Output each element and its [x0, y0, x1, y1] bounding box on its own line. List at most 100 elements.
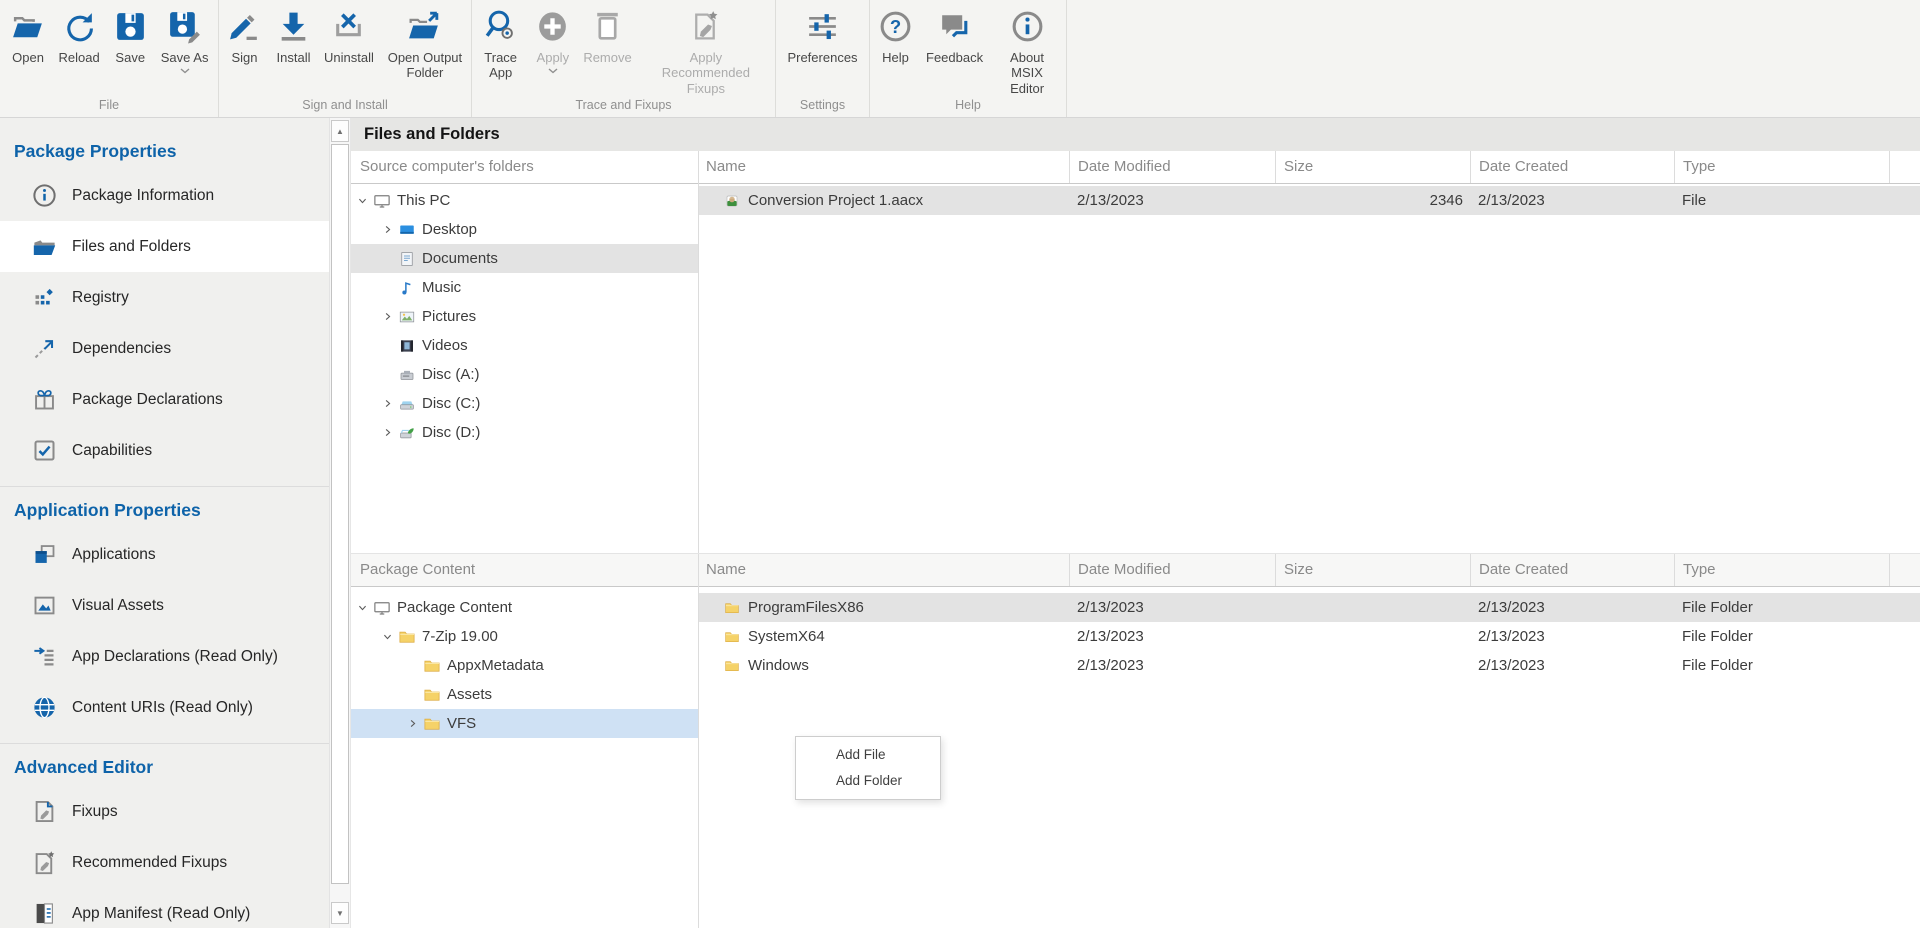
open-button[interactable]: Open — [4, 3, 53, 65]
apply-button[interactable]: Apply — [528, 3, 577, 74]
open-output-folder-button[interactable]: Open Output Folder — [380, 3, 470, 81]
toolbar-button-label: Trace App — [479, 50, 522, 81]
sidebar-item-files-and-folders[interactable]: Files and Folders — [0, 221, 329, 272]
preferences-button[interactable]: Preferences — [781, 3, 863, 65]
column-header-date-created[interactable]: Date Created — [1470, 151, 1674, 183]
tree-item-7-zip-19-00[interactable]: 7-Zip 19.00 — [351, 622, 698, 651]
remove-button[interactable]: Remove — [577, 3, 637, 65]
tree-item-videos[interactable]: Videos — [351, 331, 698, 360]
context-menu-item-add-folder[interactable]: Add Folder — [796, 768, 940, 794]
uninstall-button[interactable]: Uninstall — [318, 3, 380, 65]
tree-item-package-content[interactable]: Package Content — [351, 593, 698, 622]
column-header-filler — [1889, 151, 1920, 183]
save-as-button[interactable]: Save As — [155, 3, 215, 74]
toolbar-button-label: Reload — [59, 50, 100, 65]
source-tree: This PC DesktopDocuments Music PicturesVide… — [351, 184, 698, 553]
scrollbar-thumb[interactable] — [331, 144, 349, 884]
install-button[interactable]: Install — [269, 3, 318, 65]
trace-app-button[interactable]: Trace App — [473, 3, 528, 81]
cell-date-modified: 2/13/2023 — [1069, 192, 1275, 209]
scroll-down-button[interactable]: ▼ — [331, 902, 349, 924]
reload-button[interactable]: Reload — [53, 3, 106, 65]
collapse-toggle[interactable] — [379, 628, 396, 645]
list-row-conversion-project-1-aacx[interactable]: Conversion Project 1.aacx2/13/202323462/… — [699, 186, 1920, 215]
sidebar-item-registry[interactable]: Registry — [0, 272, 329, 323]
sidebar-item-applications[interactable]: Applications — [0, 529, 329, 580]
trace-app-icon — [482, 8, 519, 45]
save-button[interactable]: Save — [106, 3, 155, 65]
list-row-programfilesx86[interactable]: ProgramFilesX862/13/20232/13/2023File Fo… — [699, 593, 1920, 622]
tree-item-label: Package Content — [397, 599, 512, 616]
collapse-toggle[interactable] — [354, 599, 371, 616]
sidebar-item-recommended-fixups[interactable]: Recommended Fixups — [0, 837, 329, 888]
sidebar-item-dependencies[interactable]: Dependencies — [0, 323, 329, 374]
column-header-size[interactable]: Size — [1275, 554, 1470, 586]
expand-toggle[interactable] — [379, 395, 396, 412]
tree-item-assets[interactable]: Assets — [351, 680, 698, 709]
expand-toggle[interactable] — [379, 221, 396, 238]
tree-item-pictures[interactable]: Pictures — [351, 302, 698, 331]
tree-item-documents[interactable]: Documents — [351, 244, 698, 273]
cell-date-modified: 2/13/2023 — [1069, 657, 1275, 674]
registry-icon — [31, 284, 58, 311]
tree-item-desktop[interactable]: Desktop — [351, 215, 698, 244]
column-header-date-modified[interactable]: Date Modified — [1069, 151, 1275, 183]
tree-item-label: VFS — [447, 715, 476, 732]
list-row-systemx64[interactable]: SystemX642/13/20232/13/2023File Folder — [699, 622, 1920, 651]
tree-item-label: This PC — [397, 192, 450, 209]
help-button[interactable]: Help — [871, 3, 920, 65]
capabilities-icon — [31, 437, 58, 464]
apply-recommended-fixups-icon — [687, 8, 724, 45]
computer-icon — [373, 599, 391, 617]
scroll-up-button[interactable]: ▲ — [331, 120, 349, 142]
expander-spacer — [379, 250, 396, 267]
cell-type: File Folder — [1674, 657, 1889, 674]
column-header-name[interactable]: Name — [699, 151, 1069, 183]
list-row-windows[interactable]: Windows2/13/20232/13/2023File Folder — [699, 651, 1920, 680]
cell-type: File Folder — [1674, 628, 1889, 645]
tree-item-disc-c[interactable]: Disc (C:) — [351, 389, 698, 418]
toolbar-button-label: Preferences — [787, 50, 857, 65]
tree-item-appxmetadata[interactable]: AppxMetadata — [351, 651, 698, 680]
expand-toggle[interactable] — [379, 308, 396, 325]
column-header-type[interactable]: Type — [1674, 151, 1889, 183]
tree-item-disc-a[interactable]: Disc (A:) — [351, 360, 698, 389]
apply-recommended-fixups-button[interactable]: Apply Recommended Fixups — [638, 3, 774, 96]
column-header-type[interactable]: Type — [1674, 554, 1889, 586]
source-list-header: NameDate ModifiedSizeDate CreatedType — [699, 151, 1920, 184]
tree-item-label: Music — [422, 279, 461, 296]
sidebar-item-capabilities[interactable]: Capabilities — [0, 425, 329, 476]
column-header-date-created[interactable]: Date Created — [1470, 554, 1674, 586]
sidebar-item-fixups[interactable]: Fixups — [0, 786, 329, 837]
column-header-size[interactable]: Size — [1275, 151, 1470, 183]
sidebar-scrollbar[interactable]: ▲ ▼ — [329, 118, 350, 928]
save-icon — [112, 8, 149, 45]
sidebar-item-label: Capabilities — [72, 442, 152, 460]
collapse-toggle[interactable] — [354, 192, 371, 209]
cell-type: File — [1674, 192, 1889, 209]
sidebar-item-app-manifest-read-only[interactable]: App Manifest (Read Only) — [0, 888, 329, 928]
expand-toggle[interactable] — [379, 424, 396, 441]
expand-toggle[interactable] — [404, 715, 421, 732]
sidebar-item-package-information[interactable]: Package Information — [0, 170, 329, 221]
column-header-date-modified[interactable]: Date Modified — [1069, 554, 1275, 586]
context-menu-item-add-file[interactable]: Add File — [796, 742, 940, 768]
sidebar-item-label: Files and Folders — [72, 238, 191, 256]
sidebar-item-content-uris-read-only[interactable]: Content URIs (Read Only) — [0, 682, 329, 733]
applications-icon — [31, 541, 58, 568]
desktop-icon — [398, 221, 416, 239]
toolbar-button-label: Sign — [231, 50, 257, 65]
sidebar-item-app-declarations-read-only[interactable]: App Declarations (Read Only) — [0, 631, 329, 682]
sign-button[interactable]: Sign — [220, 3, 269, 65]
sidebar-item-package-declarations[interactable]: Package Declarations — [0, 374, 329, 425]
feedback-button[interactable]: Feedback — [920, 3, 989, 65]
column-header-name[interactable]: Name — [699, 554, 1069, 586]
tree-item-this-pc[interactable]: This PC — [351, 186, 698, 215]
tree-item-label: 7-Zip 19.00 — [422, 628, 498, 645]
tree-item-vfs[interactable]: VFS — [351, 709, 698, 738]
tree-item-disc-d[interactable]: Disc (D:) — [351, 418, 698, 447]
sidebar-item-visual-assets[interactable]: Visual Assets — [0, 580, 329, 631]
tree-item-music[interactable]: Music — [351, 273, 698, 302]
chevron-down-small-icon — [180, 68, 190, 74]
about-msix-editor-button[interactable]: About MSIX Editor — [989, 3, 1065, 96]
